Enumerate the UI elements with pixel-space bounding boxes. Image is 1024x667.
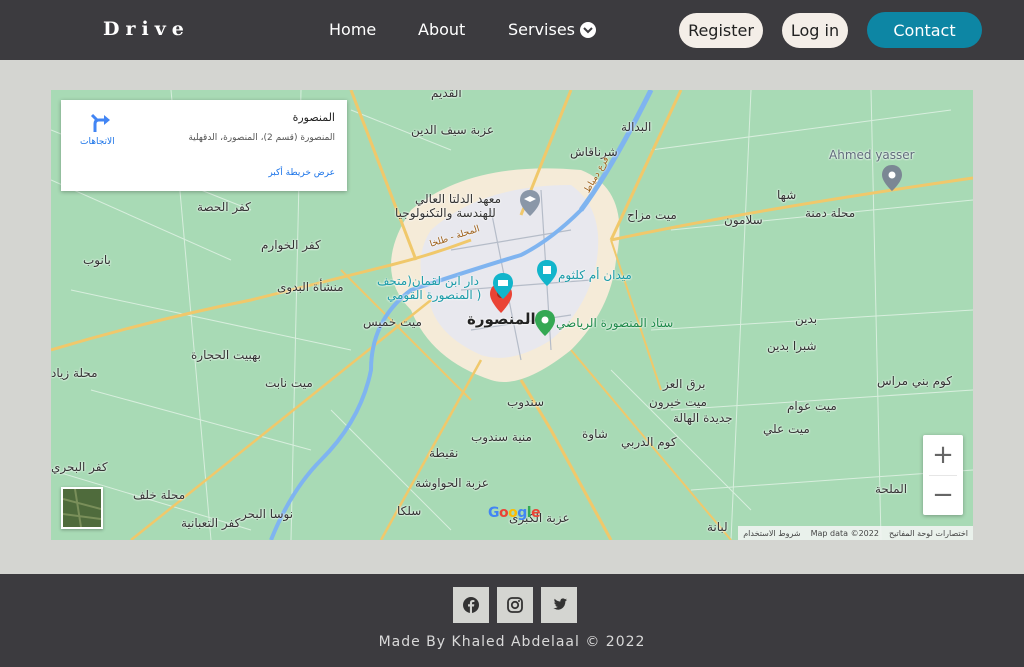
map-label-banoub: بانوب bbox=[83, 253, 111, 267]
contact-button[interactable]: Contact bbox=[867, 12, 982, 48]
zoom-in-button[interactable]: + bbox=[923, 435, 963, 475]
map-label-institute-2: للهندسة والتكنولوجيا bbox=[395, 206, 496, 220]
map-label-ezbet-seif-el-din: عزبة سيف الدين bbox=[411, 123, 495, 137]
map-label-meet-khayron: ميت خيرون bbox=[649, 395, 707, 409]
facebook-icon bbox=[463, 597, 479, 613]
map-label-kafr-el-khawaram: كفر الخوارم bbox=[261, 238, 321, 252]
instagram-icon bbox=[507, 597, 523, 613]
chevron-down-icon bbox=[580, 21, 597, 38]
map-data-text: Map data ©2022 bbox=[810, 528, 879, 538]
map-label-mahallet-demna: محلة دمنة bbox=[805, 206, 856, 220]
google-logo: Google bbox=[488, 505, 541, 521]
map-attribution: شروط الاستخدام Map data ©2022 اختصارات ل… bbox=[738, 526, 973, 540]
map-label-kafr-el-kom: كفر التعبانية bbox=[181, 516, 241, 530]
directions-icon[interactable] bbox=[89, 112, 111, 134]
map-label-stadium: ستاد المنصورة الرياضي bbox=[556, 316, 674, 330]
directions-label[interactable]: الاتجاهات bbox=[80, 137, 115, 147]
map-label-mahallet-zayad: محلة زياد bbox=[51, 366, 98, 380]
instagram-link[interactable] bbox=[497, 587, 533, 623]
map-label-shawa: شاوة bbox=[582, 427, 608, 441]
map-label-el-baddala: البدالة bbox=[621, 120, 652, 134]
map-label-gedeedet-el-hala: جديدة الهالة bbox=[673, 411, 733, 425]
map-label-meniet-sandoub: منية سندوب bbox=[471, 430, 532, 444]
keyboard-shortcuts-link[interactable]: اختصارات لوحة المفاتيح bbox=[884, 529, 973, 538]
zoom-control: + − bbox=[923, 435, 963, 515]
school-pin-icon[interactable] bbox=[520, 190, 540, 216]
map-label-bahbit: بهبيت الحجارة bbox=[191, 348, 261, 362]
map-label-shaha: شها bbox=[777, 188, 797, 202]
facebook-link[interactable] bbox=[453, 587, 489, 623]
terms-of-use-link[interactable]: شروط الاستخدام bbox=[738, 529, 805, 538]
map-label-meet-ali: ميت علي bbox=[763, 422, 810, 436]
map-label-badeen: بدين bbox=[795, 312, 818, 326]
top-navbar: Drive Home About Servises Register Log i… bbox=[0, 0, 1024, 60]
nav-link-home[interactable]: Home bbox=[329, 20, 376, 39]
login-button[interactable]: Log in bbox=[782, 13, 848, 48]
map-label-nawasa-el-bahr: نوسا البحر bbox=[241, 507, 294, 521]
map-label-dar-ibn-luqman: دار ابن لقمان(متحف bbox=[377, 274, 479, 288]
map-label-umm-kulthum: ميدان أم كلثوم bbox=[558, 268, 632, 282]
map-label-ezbet-el-hawawsha: عزبة الحواوشة bbox=[415, 476, 489, 490]
map-label-kafr-el-hesa: كفر الحصة bbox=[197, 200, 251, 214]
nav-link-about[interactable]: About bbox=[418, 20, 465, 39]
twitter-icon bbox=[553, 598, 567, 610]
map-label-shernaqash: شرناقاش bbox=[570, 145, 618, 159]
map-label-selka: سلكا bbox=[397, 504, 422, 518]
map-label-salamoun: سلامون bbox=[724, 213, 763, 227]
copyright-text: Made By Khaled Abdelaal © 2022 bbox=[378, 634, 646, 650]
map-label-shubra-badeen: شبرا بدين bbox=[767, 339, 817, 353]
monument-pin-icon[interactable] bbox=[537, 260, 557, 286]
map-label-lebana: لبانة bbox=[707, 520, 728, 534]
nav-link-services-label: Servises bbox=[508, 20, 576, 39]
satellite-thumbnail-icon bbox=[62, 488, 102, 528]
satellite-view-toggle[interactable] bbox=[61, 487, 103, 529]
map-label-el-malha: الملحة bbox=[875, 482, 908, 496]
map-label-ahmed-yasser: Ahmed yasser bbox=[829, 148, 915, 162]
map-label-mahallet-khalaf: محلة خلف bbox=[133, 488, 186, 502]
twitter-link[interactable] bbox=[541, 587, 577, 623]
brand-logo[interactable]: Drive bbox=[103, 18, 190, 40]
map-label-sandoub: سندوب bbox=[507, 395, 545, 409]
embedded-map[interactable]: المنصورة Ahmed yasser ستاد المنصورة الري… bbox=[51, 90, 973, 540]
map-label-kafr-el-bahry: كفر البحري bbox=[51, 460, 108, 474]
map-label-meet-khamis: ميت خميس bbox=[363, 315, 422, 329]
map-label-kom-bani-murras: كوم بني مراس bbox=[877, 374, 952, 388]
map-label-meet-nabet: ميت نابت bbox=[265, 376, 313, 390]
map-label-el-qadeem: القديم bbox=[431, 90, 462, 100]
stadium-pin-icon[interactable] bbox=[535, 310, 555, 336]
register-button[interactable]: Register bbox=[679, 13, 763, 48]
map-label-menshat-el-badawy: منشأة البدوى bbox=[277, 280, 344, 294]
place-info-card: المنصورة المنصورة (قسم 2)، المنصورة، الد… bbox=[61, 100, 347, 191]
place-address: المنصورة (قسم 2)، المنصورة، الدقهلية bbox=[188, 133, 335, 143]
map-label-national-museum: المنصورة القومي ) bbox=[387, 288, 482, 302]
map-label-nakita: نقيطة bbox=[429, 446, 459, 460]
map-label-barq-el-ezz: برق العز bbox=[663, 377, 706, 391]
nav-link-services[interactable]: Servises bbox=[508, 20, 597, 39]
map-label-meet-mazah: ميت مزاح bbox=[627, 208, 677, 222]
map-label-meet-awam: ميت عوام bbox=[787, 399, 837, 413]
view-larger-map-link[interactable]: عرض خريطة أكبر bbox=[268, 168, 335, 178]
zoom-out-button[interactable]: − bbox=[923, 475, 963, 515]
page-footer: Made By Khaled Abdelaal © 2022 bbox=[0, 574, 1024, 667]
map-label-institute-1: معهد الدلتا العالي bbox=[415, 192, 501, 206]
map-label-kom-el-derby: كوم الدربي bbox=[621, 435, 677, 449]
saved-place-pin-icon[interactable] bbox=[882, 165, 902, 191]
museum-pin-icon[interactable] bbox=[493, 273, 513, 299]
place-title: المنصورة bbox=[292, 111, 335, 124]
